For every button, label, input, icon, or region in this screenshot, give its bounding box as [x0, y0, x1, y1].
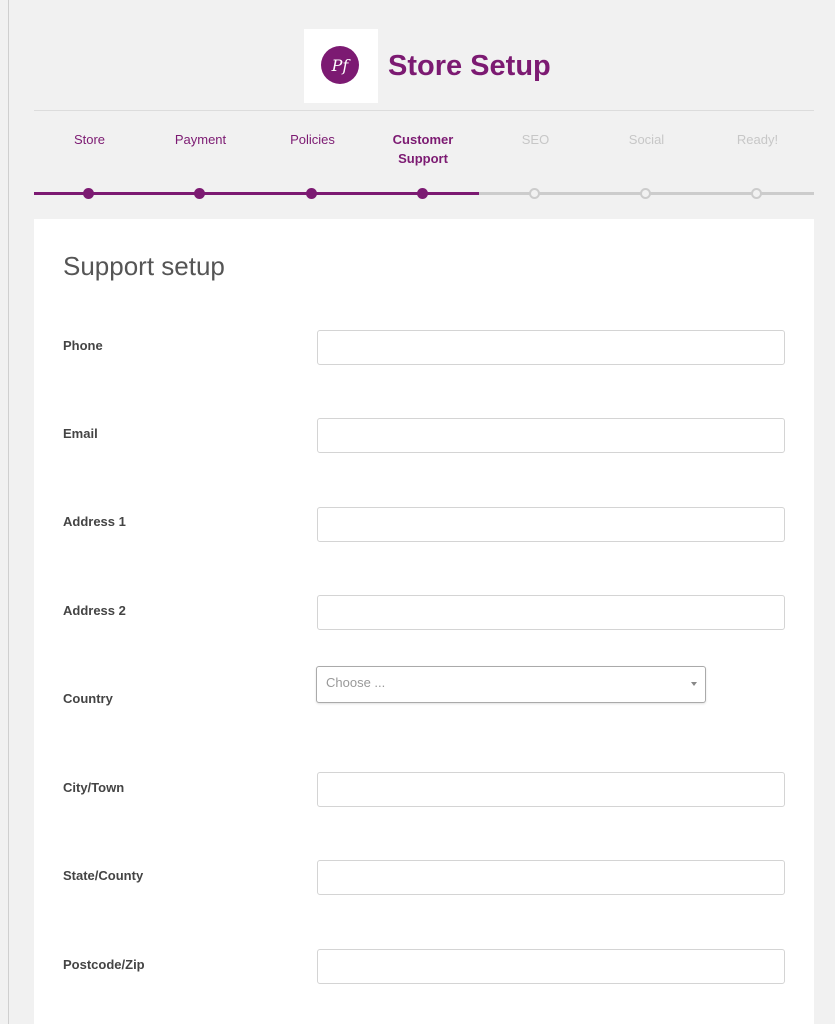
step-label: Store	[73, 132, 106, 147]
city-town-label: City/Town	[63, 780, 125, 795]
postcode-zip-label: Postcode/Zip	[63, 957, 145, 972]
address-1-label: Address 1	[63, 514, 126, 529]
step-customer-support[interactable]: Customer Support	[378, 130, 468, 199]
step-policies[interactable]: Policies	[257, 130, 368, 199]
step-label: Social	[628, 132, 665, 147]
step-store[interactable]: Store	[34, 130, 145, 199]
phone-label: Phone	[63, 338, 103, 353]
country-select[interactable]: Choose ...	[316, 666, 706, 703]
dropdown-caret-icon	[691, 682, 697, 686]
step-dot-icon	[640, 188, 651, 199]
pf-logo-icon: Pf	[321, 46, 359, 84]
step-label: Ready!	[736, 132, 779, 147]
page-left-divider	[8, 0, 9, 1024]
phone-input[interactable]	[317, 330, 785, 365]
step-payment[interactable]: Payment	[145, 130, 256, 199]
step-dot-icon	[751, 188, 762, 199]
address-2-label: Address 2	[63, 603, 126, 618]
country-select-value: Choose ...	[326, 675, 386, 690]
brand-logo: Pf	[304, 29, 378, 103]
step-dot-icon	[417, 188, 428, 199]
address-2-input[interactable]	[317, 595, 785, 630]
step-dot-icon	[306, 188, 317, 199]
setup-stepper: Store Payment Policies Customer Support …	[34, 130, 814, 210]
stepper-progress	[34, 192, 479, 195]
step-label: Customer Support	[392, 132, 454, 166]
page-title: Store Setup	[388, 50, 551, 82]
step-ready[interactable]: Ready!	[702, 130, 813, 199]
country-label: Country	[63, 691, 113, 706]
postcode-zip-input[interactable]	[317, 949, 785, 984]
state-county-input[interactable]	[317, 860, 785, 895]
setup-header: Pf Store Setup	[34, 0, 814, 111]
state-county-label: State/County	[63, 868, 144, 883]
step-seo[interactable]: SEO	[480, 130, 591, 199]
step-label: Policies	[290, 132, 335, 147]
city-town-input[interactable]	[317, 772, 785, 807]
address-1-input[interactable]	[317, 507, 785, 542]
email-input[interactable]	[317, 418, 785, 453]
section-title: Support setup	[63, 251, 225, 281]
step-dot-icon	[529, 188, 540, 199]
step-label: Payment	[174, 132, 227, 147]
step-dot-icon	[83, 188, 94, 199]
step-social[interactable]: Social	[591, 130, 702, 199]
step-dot-icon	[194, 188, 205, 199]
support-setup-card: Support setup Phone Email Address 1 Addr…	[34, 219, 814, 1024]
email-label: Email	[63, 426, 98, 441]
step-label: SEO	[521, 132, 550, 147]
